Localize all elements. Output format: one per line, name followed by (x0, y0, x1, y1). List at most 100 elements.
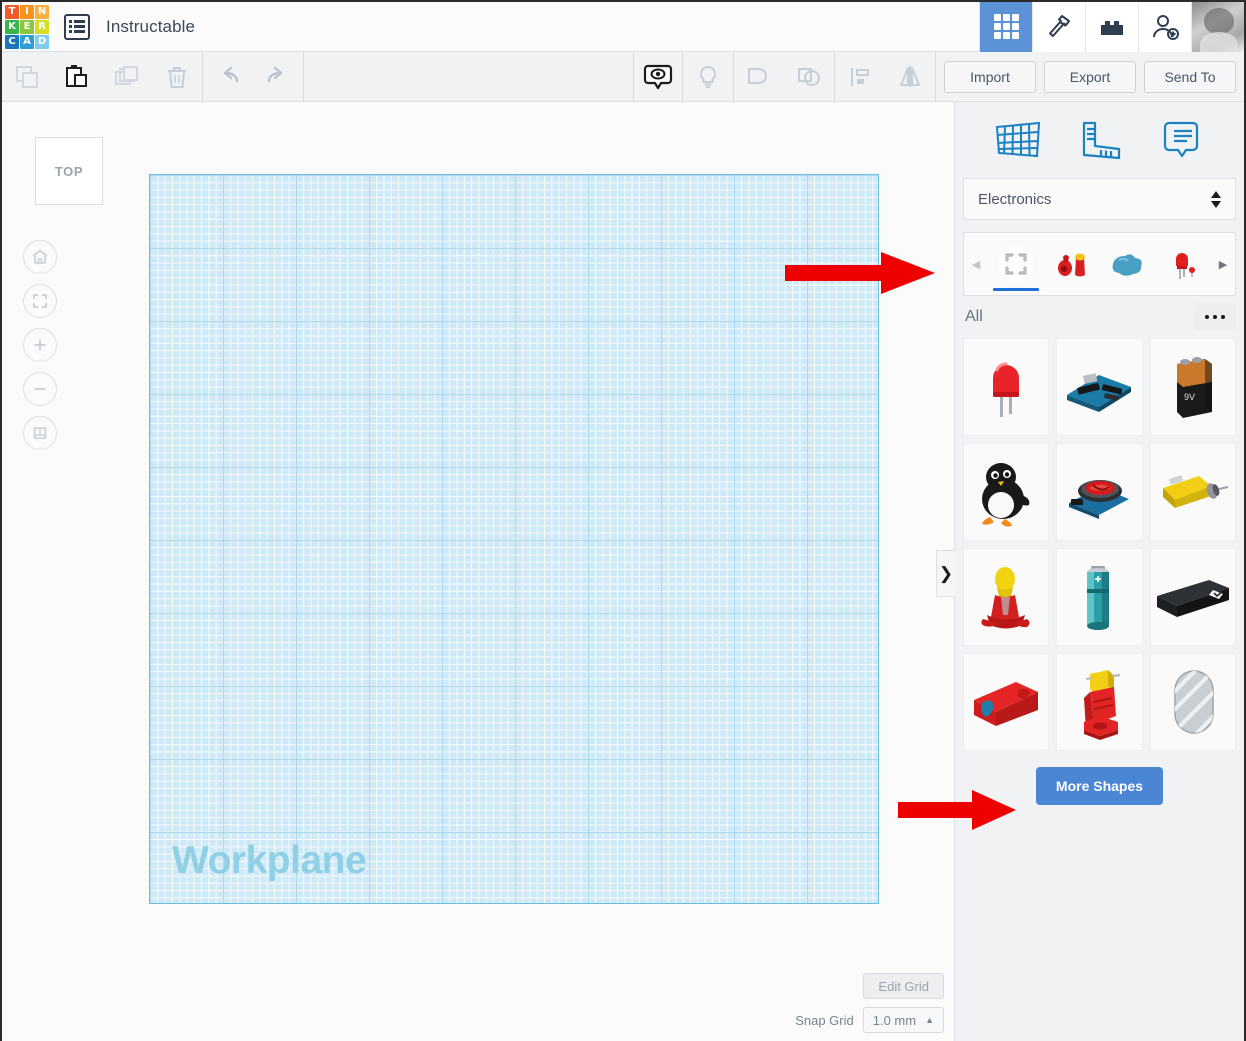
zoom-in-button[interactable] (23, 328, 57, 362)
export-button[interactable]: Export (1044, 60, 1136, 93)
logo-tile-d: D (35, 34, 49, 49)
ungroup-shapes-icon (798, 67, 820, 86)
tab-scroll-right-button[interactable]: ▶ (1211, 258, 1235, 271)
ruler-tool-button[interactable] (1072, 113, 1126, 167)
undo-arrow-icon (223, 66, 239, 82)
send-to-button[interactable]: Send To (1144, 60, 1236, 93)
show-hide-button[interactable] (633, 52, 683, 101)
lightbulb-icon (699, 65, 717, 88)
delete-button[interactable] (152, 52, 202, 101)
shape-aa-battery[interactable] (1056, 548, 1143, 646)
zoom-out-button[interactable] (23, 372, 57, 406)
align-button[interactable] (835, 52, 885, 101)
workplane-grid-icon (995, 121, 1040, 158)
notes-tool-button[interactable] (1154, 113, 1208, 167)
ruler-icon (1083, 121, 1121, 160)
tab-connections[interactable] (1100, 233, 1154, 295)
tinkercad-logo[interactable]: TIN KER CAD (4, 4, 50, 50)
shape-battery-pack[interactable] (1149, 548, 1236, 646)
add-user-icon (1153, 14, 1179, 40)
more-shapes-row: More Shapes (955, 767, 1244, 805)
duplicate-icon (115, 65, 138, 85)
dc-motor-thumbnail (1162, 475, 1229, 508)
shape-disc[interactable] (1149, 653, 1236, 751)
note-bubble-icon (1164, 121, 1199, 158)
duplicate-button[interactable] (102, 52, 152, 101)
hammer-icon (1049, 14, 1070, 37)
logo-tile-e: E (20, 19, 34, 34)
import-button[interactable]: Import (944, 60, 1036, 93)
logo-tile-i: I (20, 4, 34, 19)
panel-tool-icons (955, 102, 1244, 178)
workplane-tool-button[interactable] (991, 113, 1045, 167)
shape-penguin[interactable] (963, 443, 1050, 541)
connector-thumbnail (1084, 670, 1121, 740)
invite-user-button[interactable] (1138, 1, 1191, 52)
design-tools-button[interactable] (1032, 1, 1085, 52)
group-shapes-icon (748, 67, 767, 84)
shapes-section-header: All (955, 296, 1244, 338)
panel-collapse-handle[interactable]: ❯ (936, 550, 955, 597)
perspective-toggle-button[interactable] (23, 416, 57, 450)
paste-button[interactable] (52, 52, 102, 101)
note-button[interactable] (683, 52, 733, 101)
aa-battery-thumbnail (1087, 566, 1110, 630)
clipboard-tools (2, 52, 202, 101)
top-bar-actions (979, 1, 1244, 52)
logo-tile-t: T (5, 4, 19, 19)
logo-tile-k: K (5, 19, 19, 34)
mirror-icon (900, 65, 920, 87)
shape-led[interactable] (963, 338, 1050, 436)
shape-red-module[interactable] (963, 653, 1050, 751)
edit-grid-button[interactable]: Edit Grid (863, 973, 944, 999)
undo-button[interactable] (203, 52, 253, 101)
shape-9v-battery[interactable]: 9V (1149, 338, 1236, 436)
tab-all[interactable] (989, 233, 1043, 295)
shape-bulb-holder[interactable] (963, 548, 1050, 646)
redo-arrow-icon (267, 66, 283, 82)
shape-dc-motor[interactable] (1149, 443, 1236, 541)
tab-starters[interactable] (1045, 233, 1099, 295)
led-thumbnail (993, 362, 1020, 417)
fit-to-view-button[interactable] (23, 284, 57, 318)
shape-grid: 9V (963, 338, 1236, 751)
redo-button[interactable] (253, 52, 303, 101)
shape-arduino[interactable] (1056, 338, 1143, 436)
blocks-button[interactable] (1085, 1, 1138, 52)
mirror-button[interactable] (885, 52, 935, 101)
view-cube[interactable]: TOP (35, 137, 103, 205)
category-dropdown[interactable]: Electronics (963, 178, 1236, 220)
snap-grid-label: Snap Grid (795, 1012, 854, 1028)
home-icon (32, 249, 48, 264)
shape-fan-module[interactable] (1056, 443, 1143, 541)
project-list-icon[interactable] (64, 13, 90, 40)
snap-grid-select[interactable]: 1.0 mm ▲ (862, 1007, 944, 1033)
home-view-button[interactable] (23, 240, 57, 274)
logo-tile-r: R (35, 19, 49, 34)
shapes-panel: ❯ Electronics ◀ ▶ All 9V More Shapes (936, 102, 1244, 1041)
ungroup-button[interactable] (784, 52, 834, 101)
design-canvas[interactable]: TOP Workplane Edit Grid Snap Grid 1.0 mm… (2, 102, 954, 1041)
tab-scroll-left-button[interactable]: ◀ (964, 258, 988, 271)
clipboard-icon (66, 64, 87, 87)
shape-connector[interactable] (1056, 653, 1143, 751)
section-label: All (965, 308, 983, 325)
category-tabs (988, 233, 1211, 295)
more-shapes-button[interactable]: More Shapes (1035, 767, 1164, 805)
group-button[interactable] (734, 52, 784, 101)
red-parts-icon (1057, 253, 1085, 277)
9v-battery-thumbnail: 9V (1176, 357, 1212, 418)
logo-tile-n: N (35, 4, 49, 19)
stepper-arrows-icon (1211, 190, 1221, 208)
copy-button[interactable] (2, 52, 52, 101)
tab-components[interactable] (1156, 233, 1210, 295)
disc-thumbnail (1174, 670, 1214, 734)
red-module-thumbnail (974, 682, 1039, 726)
grid-view-button[interactable] (979, 1, 1032, 52)
workplane[interactable]: Workplane (149, 174, 879, 904)
section-menu-button[interactable] (1194, 303, 1236, 331)
logo-tile-a: A (20, 34, 34, 49)
user-avatar[interactable] (1191, 1, 1244, 52)
document-title: Instructable (106, 16, 196, 36)
